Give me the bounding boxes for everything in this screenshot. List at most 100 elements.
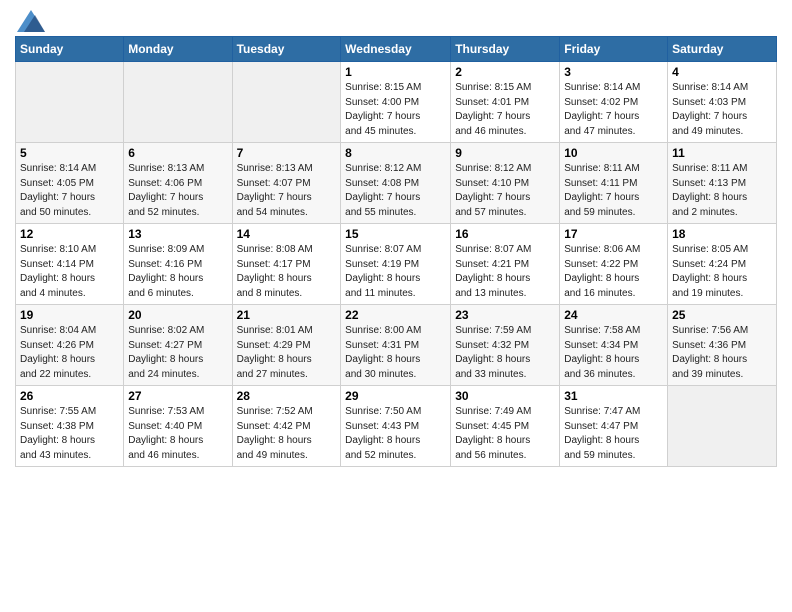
calendar-cell: 6 Sunrise: 8:13 AM Sunset: 4:06 PM Daylig… bbox=[124, 143, 232, 224]
day-info: Sunrise: 7:49 AM Sunset: 4:45 PM Dayligh… bbox=[455, 405, 555, 463]
day-number: 14 bbox=[237, 227, 337, 241]
day-number: 7 bbox=[237, 146, 337, 160]
calendar-cell: 26Sunrise: 7:55 AM Sunset: 4:38 PM Dayli… bbox=[16, 386, 124, 467]
calendar-week-2: 5Sunrise: 8:14 AM Sunset: 4:05 PM Daylig… bbox=[16, 143, 777, 224]
day-number: 1 bbox=[345, 65, 446, 79]
day-info: Sunrise: 7:56 AM Sunset: 4:36 PM Dayligh… bbox=[672, 324, 772, 382]
calendar-cell: 16 Sunrise: 8:07 AM Sunset: 4:21 PM Dayli… bbox=[451, 224, 560, 305]
day-info: Sunrise: 8:11 AM Sunset: 4:13 PM Dayligh… bbox=[672, 162, 772, 220]
day-info: Sunrise: 8:14 AM Sunset: 4:05 PM Dayligh… bbox=[20, 162, 119, 220]
calendar-cell: 5Sunrise: 8:14 AM Sunset: 4:05 PM Daylig… bbox=[16, 143, 124, 224]
day-number: 23 bbox=[455, 308, 555, 322]
day-info: Sunrise: 7:58 AM Sunset: 4:34 PM Dayligh… bbox=[564, 324, 663, 382]
day-info: Sunrise: 8:01 AM Sunset: 4:29 PM Dayligh… bbox=[237, 324, 337, 382]
calendar-cell: 19 Sunrise: 8:04 AM Sunset: 4:26 PM Dayli… bbox=[16, 305, 124, 386]
day-number: 31 bbox=[564, 389, 663, 403]
day-info: Sunrise: 8:00 AM Sunset: 4:31 PM Dayligh… bbox=[345, 324, 446, 382]
day-number: 25 bbox=[672, 308, 772, 322]
day-number: 19 bbox=[20, 308, 119, 322]
day-info: Sunrise: 8:12 AM Sunset: 4:10 PM Dayligh… bbox=[455, 162, 555, 220]
day-number: 30 bbox=[455, 389, 555, 403]
calendar-cell: 15Sunrise: 8:07 AM Sunset: 4:19 PM Dayli… bbox=[341, 224, 451, 305]
calendar-cell: 20 Sunrise: 8:02 AM Sunset: 4:27 PM Dayli… bbox=[124, 305, 232, 386]
calendar-cell bbox=[232, 62, 341, 143]
calendar-cell bbox=[668, 386, 777, 467]
day-number: 9 bbox=[455, 146, 555, 160]
calendar-header-friday: Friday bbox=[560, 37, 668, 62]
calendar-week-1: 1 Sunrise: 8:15 AM Sunset: 4:00 PM Daylig… bbox=[16, 62, 777, 143]
day-info: Sunrise: 8:07 AM Sunset: 4:19 PM Dayligh… bbox=[345, 243, 446, 301]
calendar-cell: 25 Sunrise: 7:56 AM Sunset: 4:36 PM Dayli… bbox=[668, 305, 777, 386]
calendar-header-wednesday: Wednesday bbox=[341, 37, 451, 62]
day-info: Sunrise: 8:15 AM Sunset: 4:01 PM Dayligh… bbox=[455, 81, 555, 139]
calendar-cell: 10 Sunrise: 8:11 AM Sunset: 4:11 PM Dayli… bbox=[560, 143, 668, 224]
day-number: 11 bbox=[672, 146, 772, 160]
page-container: SundayMondayTuesdayWednesdayThursdayFrid… bbox=[0, 0, 792, 612]
calendar-header-tuesday: Tuesday bbox=[232, 37, 341, 62]
calendar-cell: 7 Sunrise: 8:13 AM Sunset: 4:07 PM Daylig… bbox=[232, 143, 341, 224]
header bbox=[15, 10, 777, 28]
day-info: Sunrise: 8:11 AM Sunset: 4:11 PM Dayligh… bbox=[564, 162, 663, 220]
day-info: Sunrise: 8:02 AM Sunset: 4:27 PM Dayligh… bbox=[128, 324, 227, 382]
calendar-cell bbox=[16, 62, 124, 143]
calendar-cell: 9 Sunrise: 8:12 AM Sunset: 4:10 PM Daylig… bbox=[451, 143, 560, 224]
logo bbox=[15, 10, 45, 28]
day-number: 12 bbox=[20, 227, 119, 241]
calendar-cell: 14 Sunrise: 8:08 AM Sunset: 4:17 PM Dayli… bbox=[232, 224, 341, 305]
day-info: Sunrise: 7:47 AM Sunset: 4:47 PM Dayligh… bbox=[564, 405, 663, 463]
calendar-week-5: 26Sunrise: 7:55 AM Sunset: 4:38 PM Dayli… bbox=[16, 386, 777, 467]
day-info: Sunrise: 7:53 AM Sunset: 4:40 PM Dayligh… bbox=[128, 405, 227, 463]
logo-icon bbox=[17, 10, 45, 32]
day-info: Sunrise: 8:15 AM Sunset: 4:00 PM Dayligh… bbox=[345, 81, 446, 139]
calendar-cell: 21 Sunrise: 8:01 AM Sunset: 4:29 PM Dayli… bbox=[232, 305, 341, 386]
day-info: Sunrise: 8:09 AM Sunset: 4:16 PM Dayligh… bbox=[128, 243, 227, 301]
calendar-cell: 1 Sunrise: 8:15 AM Sunset: 4:00 PM Daylig… bbox=[341, 62, 451, 143]
calendar-cell: 30 Sunrise: 7:49 AM Sunset: 4:45 PM Dayli… bbox=[451, 386, 560, 467]
calendar-header-saturday: Saturday bbox=[668, 37, 777, 62]
day-number: 21 bbox=[237, 308, 337, 322]
day-info: Sunrise: 7:55 AM Sunset: 4:38 PM Dayligh… bbox=[20, 405, 119, 463]
day-info: Sunrise: 8:08 AM Sunset: 4:17 PM Dayligh… bbox=[237, 243, 337, 301]
calendar-week-4: 19 Sunrise: 8:04 AM Sunset: 4:26 PM Dayli… bbox=[16, 305, 777, 386]
day-info: Sunrise: 8:10 AM Sunset: 4:14 PM Dayligh… bbox=[20, 243, 119, 301]
day-info: Sunrise: 8:13 AM Sunset: 4:06 PM Dayligh… bbox=[128, 162, 227, 220]
day-number: 6 bbox=[128, 146, 227, 160]
calendar-cell: 3 Sunrise: 8:14 AM Sunset: 4:02 PM Daylig… bbox=[560, 62, 668, 143]
calendar-cell bbox=[124, 62, 232, 143]
day-number: 3 bbox=[564, 65, 663, 79]
day-info: Sunrise: 8:04 AM Sunset: 4:26 PM Dayligh… bbox=[20, 324, 119, 382]
day-number: 29 bbox=[345, 389, 446, 403]
day-info: Sunrise: 8:06 AM Sunset: 4:22 PM Dayligh… bbox=[564, 243, 663, 301]
day-number: 10 bbox=[564, 146, 663, 160]
day-info: Sunrise: 7:59 AM Sunset: 4:32 PM Dayligh… bbox=[455, 324, 555, 382]
calendar-header-sunday: Sunday bbox=[16, 37, 124, 62]
calendar-header-monday: Monday bbox=[124, 37, 232, 62]
calendar-cell: 23 Sunrise: 7:59 AM Sunset: 4:32 PM Dayli… bbox=[451, 305, 560, 386]
day-number: 18 bbox=[672, 227, 772, 241]
day-number: 2 bbox=[455, 65, 555, 79]
day-number: 4 bbox=[672, 65, 772, 79]
day-info: Sunrise: 7:50 AM Sunset: 4:43 PM Dayligh… bbox=[345, 405, 446, 463]
calendar-cell: 29 Sunrise: 7:50 AM Sunset: 4:43 PM Dayli… bbox=[341, 386, 451, 467]
day-number: 16 bbox=[455, 227, 555, 241]
day-info: Sunrise: 8:13 AM Sunset: 4:07 PM Dayligh… bbox=[237, 162, 337, 220]
day-info: Sunrise: 8:14 AM Sunset: 4:03 PM Dayligh… bbox=[672, 81, 772, 139]
day-info: Sunrise: 7:52 AM Sunset: 4:42 PM Dayligh… bbox=[237, 405, 337, 463]
calendar-cell: 27Sunrise: 7:53 AM Sunset: 4:40 PM Dayli… bbox=[124, 386, 232, 467]
day-number: 24 bbox=[564, 308, 663, 322]
calendar-cell: 22 Sunrise: 8:00 AM Sunset: 4:31 PM Dayli… bbox=[341, 305, 451, 386]
day-number: 17 bbox=[564, 227, 663, 241]
day-number: 28 bbox=[237, 389, 337, 403]
calendar-cell: 8Sunrise: 8:12 AM Sunset: 4:08 PM Daylig… bbox=[341, 143, 451, 224]
day-info: Sunrise: 8:07 AM Sunset: 4:21 PM Dayligh… bbox=[455, 243, 555, 301]
calendar-cell: 31 Sunrise: 7:47 AM Sunset: 4:47 PM Dayli… bbox=[560, 386, 668, 467]
day-info: Sunrise: 8:14 AM Sunset: 4:02 PM Dayligh… bbox=[564, 81, 663, 139]
calendar-cell: 18Sunrise: 8:05 AM Sunset: 4:24 PM Dayli… bbox=[668, 224, 777, 305]
calendar-cell: 24 Sunrise: 7:58 AM Sunset: 4:34 PM Dayli… bbox=[560, 305, 668, 386]
day-number: 20 bbox=[128, 308, 227, 322]
calendar-cell: 12 Sunrise: 8:10 AM Sunset: 4:14 PM Dayli… bbox=[16, 224, 124, 305]
day-number: 13 bbox=[128, 227, 227, 241]
calendar-cell: 28 Sunrise: 7:52 AM Sunset: 4:42 PM Dayli… bbox=[232, 386, 341, 467]
day-number: 22 bbox=[345, 308, 446, 322]
calendar-cell: 4 Sunrise: 8:14 AM Sunset: 4:03 PM Daylig… bbox=[668, 62, 777, 143]
